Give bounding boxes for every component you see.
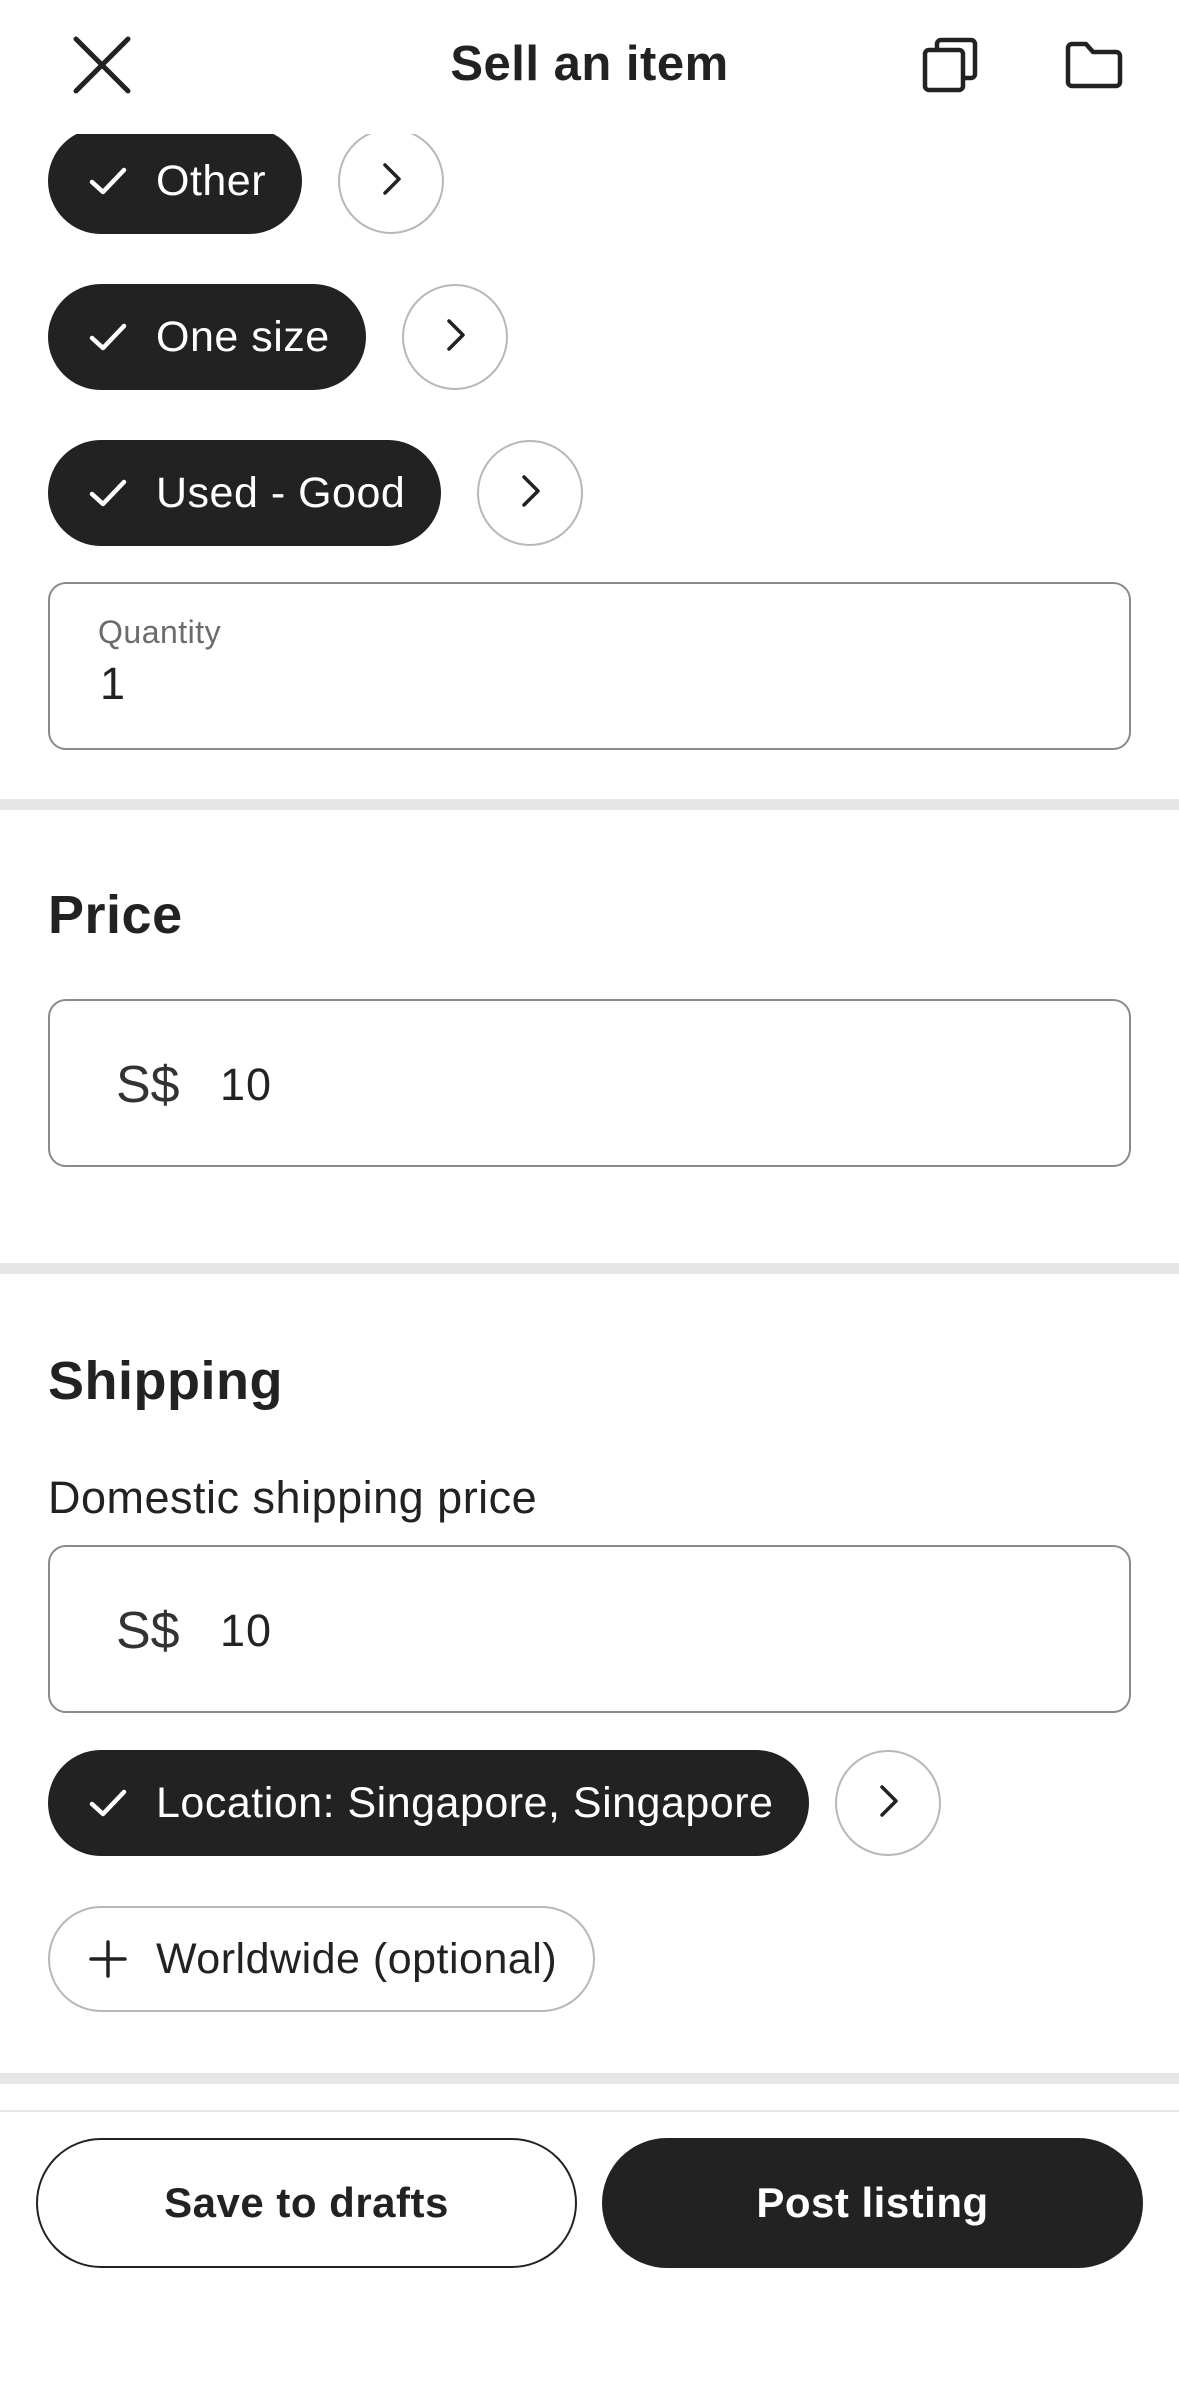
- size-edit-button[interactable]: [401, 284, 508, 390]
- category-chip-row: Other: [48, 128, 445, 234]
- chevron-right-icon: [868, 1781, 908, 1826]
- worldwide-chip[interactable]: Worldwide (optional): [48, 1906, 596, 2012]
- bottom-bar-border: [0, 2110, 1179, 2112]
- copy-button[interactable]: [910, 30, 990, 104]
- section-divider: [0, 1263, 1179, 1274]
- chevron-right-icon: [371, 159, 411, 204]
- check-icon: [86, 471, 130, 515]
- condition-chip-row: Used - Good: [48, 440, 584, 546]
- location-chip-row: Location: Singapore, Singapore: [48, 1750, 942, 1856]
- section-divider: [0, 2073, 1179, 2084]
- domestic-shipping-label: Domestic shipping price: [48, 1472, 538, 1523]
- section-divider: [0, 799, 1179, 810]
- quantity-field[interactable]: Quantity 1: [48, 582, 1131, 750]
- check-icon: [86, 1781, 130, 1825]
- chevron-right-icon: [510, 471, 550, 516]
- bottom-action-bar: Save to drafts Post listing: [0, 2110, 1179, 2396]
- header-bar: Sell an item: [0, 0, 1179, 134]
- shipping-currency: S$: [116, 1602, 180, 1660]
- category-chip[interactable]: Other: [48, 128, 303, 234]
- category-chip-label: Other: [156, 156, 267, 205]
- category-edit-button[interactable]: [338, 128, 445, 234]
- price-input[interactable]: S$ 10: [48, 999, 1131, 1167]
- price-value: 10: [220, 1059, 273, 1110]
- check-icon: [86, 315, 130, 359]
- location-chip[interactable]: Location: Singapore, Singapore: [48, 1750, 810, 1856]
- shipping-value: 10: [220, 1605, 273, 1656]
- price-currency: S$: [116, 1056, 180, 1114]
- shipping-section-title: Shipping: [48, 1351, 283, 1411]
- condition-edit-button[interactable]: [477, 440, 584, 546]
- folder-icon: [1064, 38, 1124, 97]
- copy-icon: [921, 36, 979, 99]
- chevron-right-icon: [435, 315, 475, 360]
- sell-item-screen: Sell an item Other One size Used - Good …: [0, 0, 1179, 2396]
- worldwide-chip-label: Worldwide (optional): [156, 1934, 558, 1983]
- condition-chip-label: Used - Good: [156, 468, 406, 517]
- worldwide-chip-row: Worldwide (optional): [48, 1906, 596, 2012]
- location-chip-label: Location: Singapore, Singapore: [156, 1778, 774, 1827]
- check-icon: [86, 159, 130, 203]
- plus-icon: [88, 1939, 128, 1979]
- price-section-title: Price: [48, 885, 183, 945]
- size-chip-label: One size: [156, 312, 330, 361]
- condition-chip[interactable]: Used - Good: [48, 440, 442, 546]
- size-chip[interactable]: One size: [48, 284, 366, 390]
- size-chip-row: One size: [48, 284, 508, 390]
- quantity-label: Quantity: [98, 614, 222, 650]
- save-to-drafts-button[interactable]: Save to drafts: [36, 2138, 577, 2268]
- drafts-folder-button[interactable]: [1054, 30, 1134, 104]
- domestic-shipping-input[interactable]: S$ 10: [48, 1545, 1131, 1713]
- quantity-value: 1: [100, 658, 126, 709]
- page-title: Sell an item: [450, 37, 729, 91]
- location-edit-button[interactable]: [835, 1750, 942, 1856]
- post-listing-button[interactable]: Post listing: [602, 2138, 1143, 2268]
